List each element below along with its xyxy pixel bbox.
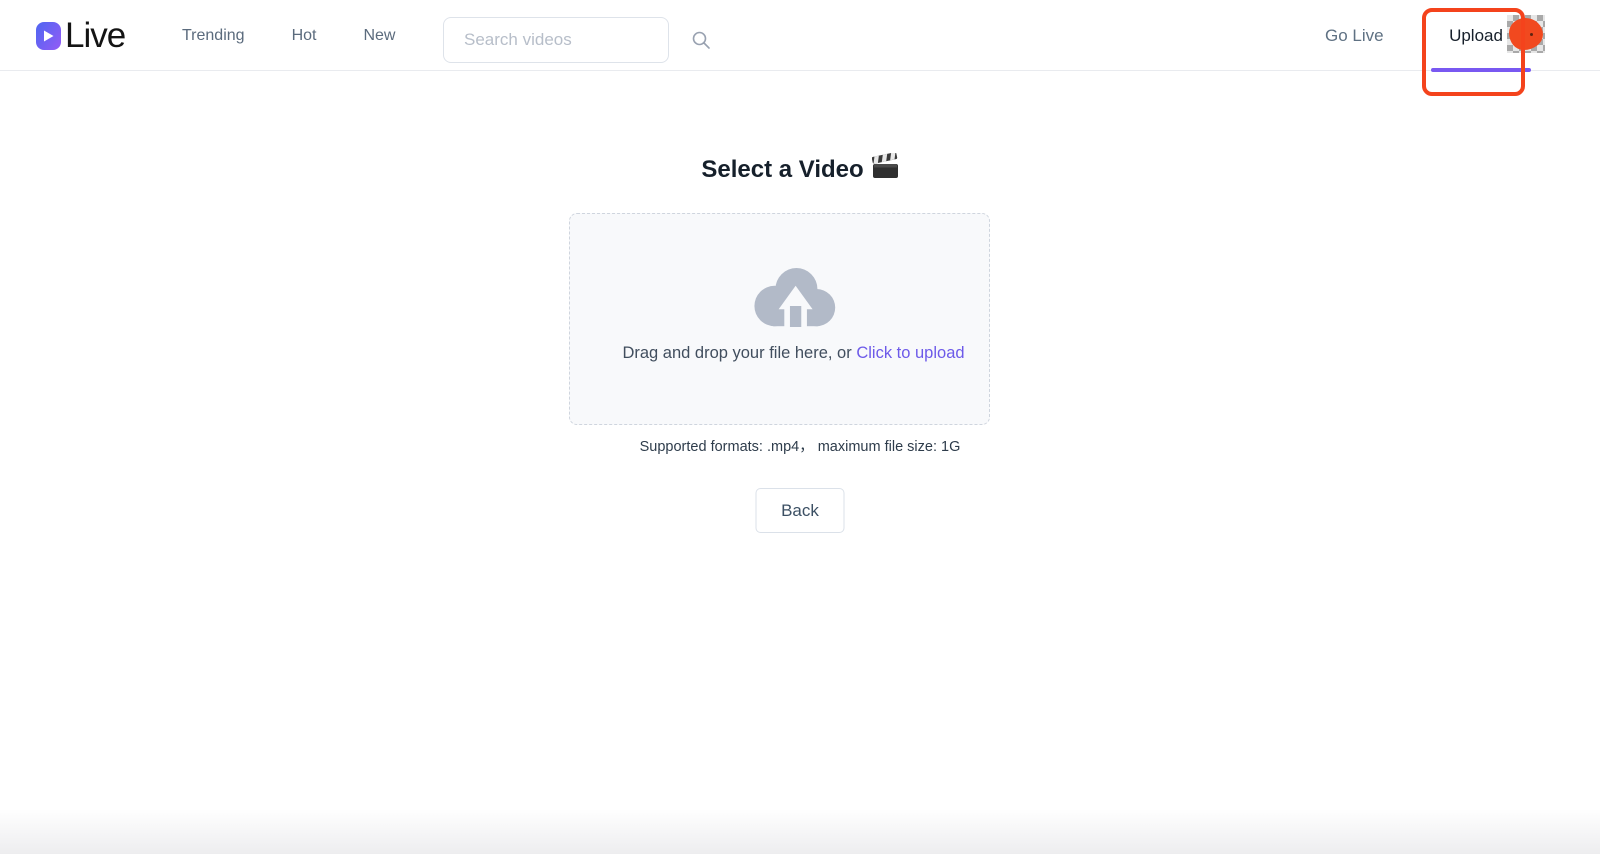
header: Live Trending Hot New Go Live Upload (0, 0, 1600, 71)
search-icon[interactable] (691, 30, 711, 50)
nav-item-new[interactable]: New (363, 27, 395, 45)
drag-drop-text: Drag and drop your file here, or (622, 344, 851, 362)
main-nav: Trending Hot New (182, 0, 395, 71)
page-title-text: Select a Video (701, 156, 863, 184)
upload-dropzone[interactable]: Drag and drop your file here, or Click t… (569, 213, 990, 425)
click-to-upload-link[interactable]: Click to upload (856, 344, 964, 362)
tab-upload[interactable]: Upload (1426, 0, 1526, 71)
upload-active-underline (1431, 68, 1531, 72)
search-input[interactable] (444, 30, 691, 50)
dlive-play-icon (36, 22, 61, 50)
cloud-upload-icon (752, 264, 836, 332)
nav-item-hot[interactable]: Hot (292, 27, 317, 45)
supported-formats-note: Supported formats: .mp4， maximum file si… (5, 435, 1595, 456)
brand-name: Live (65, 18, 125, 53)
back-button[interactable]: Back (756, 488, 845, 533)
nav-item-trending[interactable]: Trending (182, 27, 245, 45)
brand-logo[interactable]: Live (36, 0, 125, 71)
upload-page: Select a Video (5, 71, 1595, 854)
go-live-link[interactable]: Go Live (1325, 0, 1384, 71)
page: Live Trending Hot New Go Live Upload (0, 0, 1600, 854)
dropzone-caption: Drag and drop your file here, or Click t… (570, 344, 989, 363)
clapperboard-icon (872, 153, 899, 186)
page-title: Select a Video (5, 153, 1595, 186)
search-box[interactable] (443, 17, 669, 63)
